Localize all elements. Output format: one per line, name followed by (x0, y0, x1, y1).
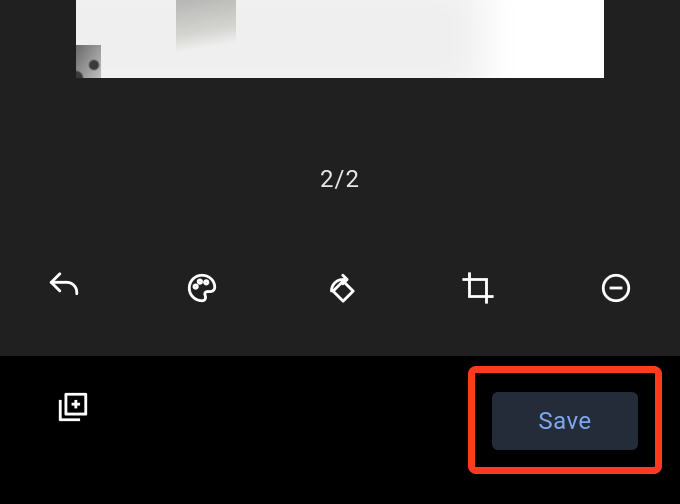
rotate-icon (323, 271, 357, 309)
save-button[interactable]: Save (492, 392, 638, 450)
crop-icon (461, 271, 495, 309)
preview-detail (176, 0, 236, 78)
bottom-bar: Save (0, 356, 680, 504)
save-button-label: Save (538, 407, 591, 435)
delete-button[interactable] (598, 272, 634, 308)
remove-icon (599, 271, 633, 309)
palette-icon (185, 271, 219, 309)
rotate-button[interactable] (322, 272, 358, 308)
edit-toolbar (0, 262, 680, 318)
crop-button[interactable] (460, 272, 496, 308)
preview-detail (76, 45, 101, 78)
add-page-icon (56, 409, 90, 428)
undo-button[interactable] (46, 272, 82, 308)
scan-preview (76, 0, 604, 78)
page-counter: 2/2 (0, 165, 680, 193)
add-page-button[interactable] (56, 390, 90, 424)
color-button[interactable] (184, 272, 220, 308)
undo-icon (47, 271, 81, 309)
